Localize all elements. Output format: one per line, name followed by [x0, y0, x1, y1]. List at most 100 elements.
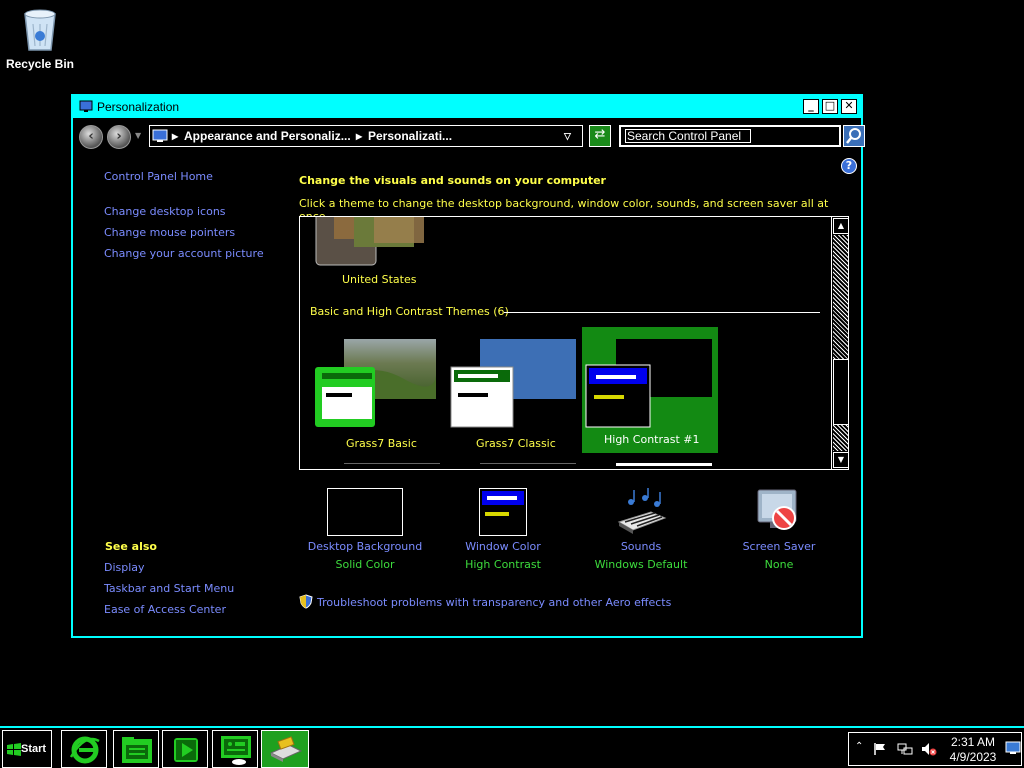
- personalization-window: Personalization _ □ ✕ ‹ › ▼ ▸ Appearance…: [71, 94, 865, 638]
- window-color-preview: [479, 488, 527, 536]
- taskbar-personalization[interactable]: [261, 730, 309, 768]
- theme-united-states-thumbnail: [315, 217, 424, 266]
- theme-list-scrollbar[interactable]: ▲ ▼: [831, 217, 848, 469]
- screen-saver-icon: [757, 489, 797, 530]
- theme-grass7-basic[interactable]: Grass7 Basic: [314, 337, 438, 451]
- breadcrumb-appearance[interactable]: Appearance and Personaliz...: [184, 129, 351, 143]
- search-input[interactable]: [621, 127, 839, 145]
- network-icon[interactable]: [897, 742, 913, 756]
- theme-grass7-basic-label: Grass7 Basic: [346, 437, 417, 450]
- taskbar-explorer[interactable]: [113, 730, 159, 768]
- address-bar[interactable]: ▸ Appearance and Personaliz... ▸ Persona…: [149, 125, 583, 147]
- forward-button[interactable]: ›: [107, 125, 131, 149]
- action-center-flag-icon[interactable]: [873, 742, 887, 756]
- search-icon: [846, 128, 861, 144]
- window-title: Personalization: [97, 100, 180, 114]
- theme-group-heading: Basic and High Contrast Themes (6): [310, 305, 509, 318]
- clock-date: 4/9/2023: [949, 750, 997, 764]
- sounds-value: Windows Default: [594, 558, 688, 571]
- theme-united-states[interactable]: United States: [314, 217, 424, 287]
- show-hidden-icons-icon[interactable]: ⌃: [855, 741, 863, 752]
- folder-icon: [122, 737, 152, 763]
- shield-icon: [299, 594, 313, 609]
- troubleshoot-link-text[interactable]: Troubleshoot problems with transparency …: [317, 596, 671, 609]
- breadcrumb-separator-icon[interactable]: ▸: [172, 129, 178, 143]
- screen-saver-title: Screen Saver: [742, 540, 816, 553]
- scroll-down-icon[interactable]: ▼: [833, 452, 848, 468]
- desktop-background-setting[interactable]: Desktop Background Solid Color: [305, 488, 425, 571]
- theme-next-row-preview: [616, 463, 712, 469]
- control-panel-icon: [221, 736, 251, 765]
- window-color-value: High Contrast: [465, 558, 541, 571]
- theme-high-contrast-1[interactable]: High Contrast #1: [582, 327, 718, 453]
- volume-muted-icon[interactable]: [921, 742, 937, 756]
- theme-next-row-preview: [480, 463, 576, 469]
- windows-logo-icon: [7, 743, 21, 756]
- forward-arrow-icon: ›: [116, 129, 122, 144]
- taskbar-control-panel[interactable]: [212, 730, 258, 768]
- theme-grass7-classic[interactable]: Grass7 Classic: [450, 337, 576, 451]
- media-player-icon: [174, 738, 198, 762]
- page-heading: Change the visuals and sounds on your co…: [299, 174, 606, 187]
- see-also-heading: See also: [105, 540, 157, 553]
- taskbar-start-menu-link[interactable]: Taskbar and Start Menu: [104, 582, 234, 595]
- notification-area: ⌃ 2:31 AM 4/9/2023: [848, 732, 1022, 766]
- display-link[interactable]: Display: [104, 561, 145, 574]
- maximize-button[interactable]: □: [822, 99, 838, 114]
- desktop-background-value: Solid Color: [335, 558, 395, 571]
- theme-group-divider: [504, 312, 820, 313]
- change-desktop-icons-link[interactable]: Change desktop icons: [104, 205, 226, 218]
- theme-list: United States Basic and High Contrast Th…: [299, 216, 849, 470]
- theme-united-states-label: United States: [342, 273, 417, 286]
- sounds-setting[interactable]: Sounds Windows Default: [581, 488, 701, 571]
- change-mouse-pointers-link[interactable]: Change mouse pointers: [104, 226, 235, 239]
- screen-saver-setting[interactable]: Screen Saver None: [719, 488, 839, 571]
- close-button[interactable]: ✕: [841, 99, 857, 114]
- recycle-bin-icon: [24, 9, 56, 51]
- theme-grass7-classic-thumbnail: [450, 339, 576, 428]
- taskbar-internet-explorer[interactable]: [61, 730, 107, 768]
- recent-pages-chevron-icon[interactable]: ▼: [135, 131, 141, 140]
- refresh-icon: ⇄: [594, 127, 606, 142]
- breadcrumb-personalization[interactable]: Personalizati...: [368, 129, 452, 143]
- address-dropdown-icon[interactable]: ▽: [564, 131, 571, 142]
- search-box[interactable]: [619, 125, 841, 147]
- theme-high-contrast-1-thumbnail: [585, 339, 712, 428]
- taskbar: Start ⌃ 2:31 AM 4/9/2023: [0, 726, 1024, 768]
- control-panel-home-link[interactable]: Control Panel Home: [104, 170, 213, 183]
- start-button[interactable]: Start: [2, 730, 52, 768]
- window-color-setting[interactable]: Window Color High Contrast: [443, 488, 563, 571]
- clock-time: 2:31 AM: [950, 735, 996, 749]
- recycle-bin-shortcut[interactable]: Recycle Bin: [4, 6, 76, 71]
- change-account-picture-link[interactable]: Change your account picture: [104, 247, 264, 260]
- back-arrow-icon: ‹: [88, 129, 94, 144]
- scroll-thumb[interactable]: [833, 359, 848, 425]
- refresh-button[interactable]: ⇄: [589, 125, 611, 147]
- scroll-up-icon[interactable]: ▲: [833, 218, 848, 234]
- theme-next-row-preview: [344, 463, 440, 469]
- recycle-bin-label: Recycle Bin: [5, 57, 75, 71]
- troubleshoot-link[interactable]: Troubleshoot problems with transparency …: [299, 594, 671, 609]
- back-button[interactable]: ‹: [79, 125, 103, 149]
- taskbar-media-player[interactable]: [162, 730, 208, 768]
- minimize-button[interactable]: _: [803, 99, 819, 114]
- screen-saver-value: None: [764, 558, 794, 571]
- title-bar[interactable]: Personalization _ □ ✕: [73, 96, 861, 118]
- theme-grass7-basic-thumbnail: [315, 339, 436, 427]
- control-panel-small-icon: [152, 128, 168, 147]
- help-icon[interactable]: ?: [841, 158, 857, 174]
- theme-grass7-classic-label: Grass7 Classic: [476, 437, 556, 450]
- sounds-piano-icon: [617, 488, 667, 534]
- search-button[interactable]: [843, 125, 865, 147]
- show-desktop-icon[interactable]: [1005, 741, 1021, 755]
- start-label: Start: [21, 743, 47, 755]
- clock[interactable]: 2:31 AM 4/9/2023: [945, 735, 1001, 765]
- ease-of-access-link[interactable]: Ease of Access Center: [104, 603, 226, 616]
- breadcrumb-separator-icon[interactable]: ▸: [356, 129, 362, 143]
- navigation-bar: ‹ › ▼ ▸ Appearance and Personaliz... ▸ P…: [77, 122, 865, 152]
- control-panel-icon: [79, 99, 93, 116]
- window-color-title: Window Color: [465, 540, 541, 553]
- personalization-app-icon: [269, 736, 303, 762]
- internet-explorer-icon: [69, 736, 100, 764]
- desktop-background-preview: [327, 488, 403, 536]
